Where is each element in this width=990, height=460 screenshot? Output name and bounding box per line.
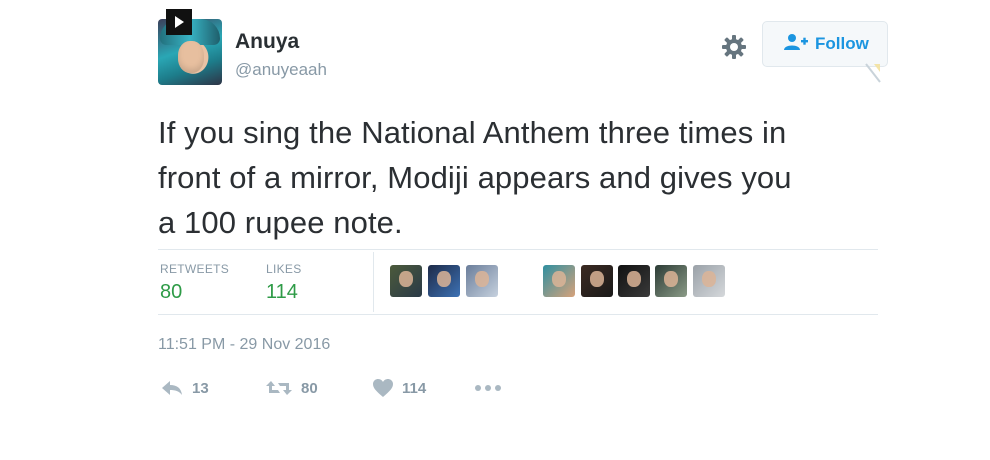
tweet-timestamp[interactable]: 11:51 PM - 29 Nov 2016 bbox=[158, 336, 330, 354]
heart-icon bbox=[372, 378, 394, 398]
like-count: 114 bbox=[402, 379, 427, 397]
gear-icon[interactable] bbox=[720, 33, 748, 61]
user-name[interactable]: Anuya bbox=[235, 30, 299, 54]
add-user-icon bbox=[783, 33, 815, 56]
corner-fold bbox=[864, 62, 882, 84]
likes-label[interactable]: LIKES bbox=[266, 262, 302, 276]
reply-count: 13 bbox=[192, 379, 209, 397]
reply-button[interactable]: 13 bbox=[160, 376, 209, 400]
retweet-icon bbox=[265, 378, 293, 398]
retweets-label[interactable]: RETWEETS bbox=[160, 262, 229, 276]
follow-label: Follow bbox=[815, 34, 869, 53]
tweet-text-line: a 100 rupee note. bbox=[158, 205, 403, 240]
play-icon[interactable] bbox=[166, 9, 192, 35]
avatar[interactable] bbox=[390, 265, 422, 297]
avatar[interactable] bbox=[543, 265, 575, 297]
more-button[interactable] bbox=[474, 376, 502, 400]
retweets-count[interactable]: 80 bbox=[160, 281, 182, 304]
avatar[interactable] bbox=[618, 265, 650, 297]
avatar-face bbox=[178, 41, 204, 73]
avatar[interactable] bbox=[581, 265, 613, 297]
divider bbox=[158, 314, 878, 315]
avatar[interactable] bbox=[693, 265, 725, 297]
like-button[interactable]: 114 bbox=[372, 376, 426, 400]
stats-separator bbox=[373, 252, 374, 312]
tweet-text-line: If you sing the National Anthem three ti… bbox=[158, 115, 787, 150]
avatar[interactable] bbox=[655, 265, 687, 297]
tweet-text: If you sing the National Anthem three ti… bbox=[158, 110, 878, 245]
tweet-card: Anuya @anuyeaah Follow If you sing the N… bbox=[0, 0, 990, 460]
more-icon bbox=[474, 383, 502, 393]
user-handle[interactable]: @anuyeaah bbox=[235, 60, 327, 80]
avatar[interactable] bbox=[428, 265, 460, 297]
likes-count[interactable]: 114 bbox=[266, 281, 298, 304]
tweet-text-line: front of a mirror, Modiji appears and gi… bbox=[158, 160, 792, 195]
follow-button[interactable]: Follow bbox=[762, 21, 888, 67]
retweet-count: 80 bbox=[301, 379, 318, 397]
divider bbox=[158, 249, 878, 250]
avatar[interactable] bbox=[466, 265, 498, 297]
reply-icon bbox=[160, 378, 184, 398]
retweet-button[interactable]: 80 bbox=[265, 376, 318, 400]
